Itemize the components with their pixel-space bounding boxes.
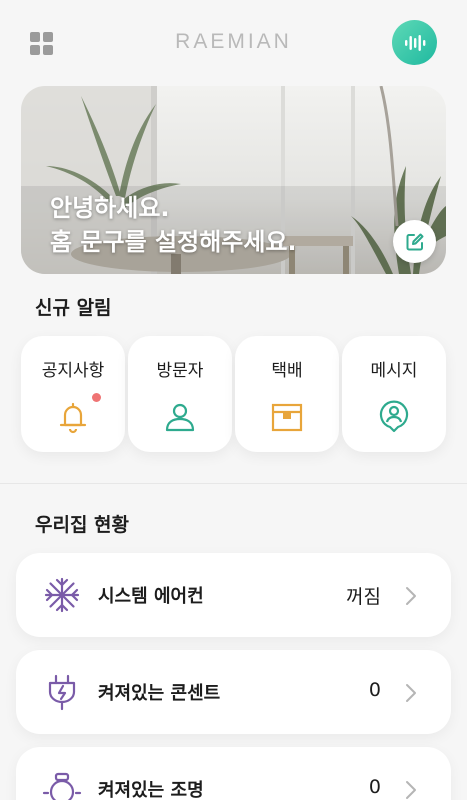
banner-message: 홈 문구를 설정해주세요. [50, 228, 297, 256]
status-label: 켜져있는 콘센트 [98, 683, 221, 704]
edit-banner-button[interactable] [393, 220, 436, 263]
alerts-section-title: 신규 알림 [35, 297, 112, 319]
alert-card-notice[interactable]: 공지사항 [21, 336, 125, 452]
voice-assistant-button[interactable] [392, 20, 437, 65]
package-icon [271, 403, 303, 432]
status-row-light[interactable]: 켜져있는 조명 0 [16, 747, 451, 800]
snowflake-icon [44, 577, 80, 613]
alert-card-visitor[interactable]: 방문자 [128, 336, 232, 452]
section-divider [0, 483, 467, 484]
status-value: 0 [368, 679, 381, 701]
chevron-right-icon [406, 587, 416, 605]
alert-label: 메시지 [370, 361, 418, 381]
bell-icon [59, 402, 87, 434]
status-label: 켜져있는 조명 [98, 780, 204, 800]
status-row-outlet[interactable]: 켜져있는 콘센트 0 [16, 650, 451, 734]
plug-icon [48, 674, 76, 711]
alert-label: 택배 [271, 361, 303, 381]
voice-wave-icon [404, 34, 425, 51]
chevron-right-icon [406, 781, 416, 799]
home-status-section-title: 우리집 현황 [35, 514, 130, 536]
alert-card-parcel[interactable]: 택배 [235, 336, 339, 452]
status-value: 꺼짐 [346, 586, 381, 608]
edit-icon [406, 233, 423, 250]
alert-label: 방문자 [156, 361, 204, 381]
alert-label: 공지사항 [41, 361, 105, 381]
chevron-right-icon [406, 684, 416, 702]
status-value: 0 [368, 776, 381, 798]
person-icon [165, 403, 195, 432]
status-label: 시스템 에어컨 [98, 586, 204, 607]
alert-card-message[interactable]: 메시지 [342, 336, 446, 452]
home-banner: 안녕하세요. 홈 문구를 설정해주세요. [21, 86, 446, 274]
banner-greeting: 안녕하세요. [50, 194, 170, 222]
top-bar: RAEMIAN [0, 0, 467, 86]
lightbulb-icon [42, 772, 82, 800]
message-person-icon [379, 400, 409, 433]
notice-badge-dot [92, 393, 101, 402]
status-row-aircon[interactable]: 시스템 에어컨 꺼짐 [16, 553, 451, 637]
